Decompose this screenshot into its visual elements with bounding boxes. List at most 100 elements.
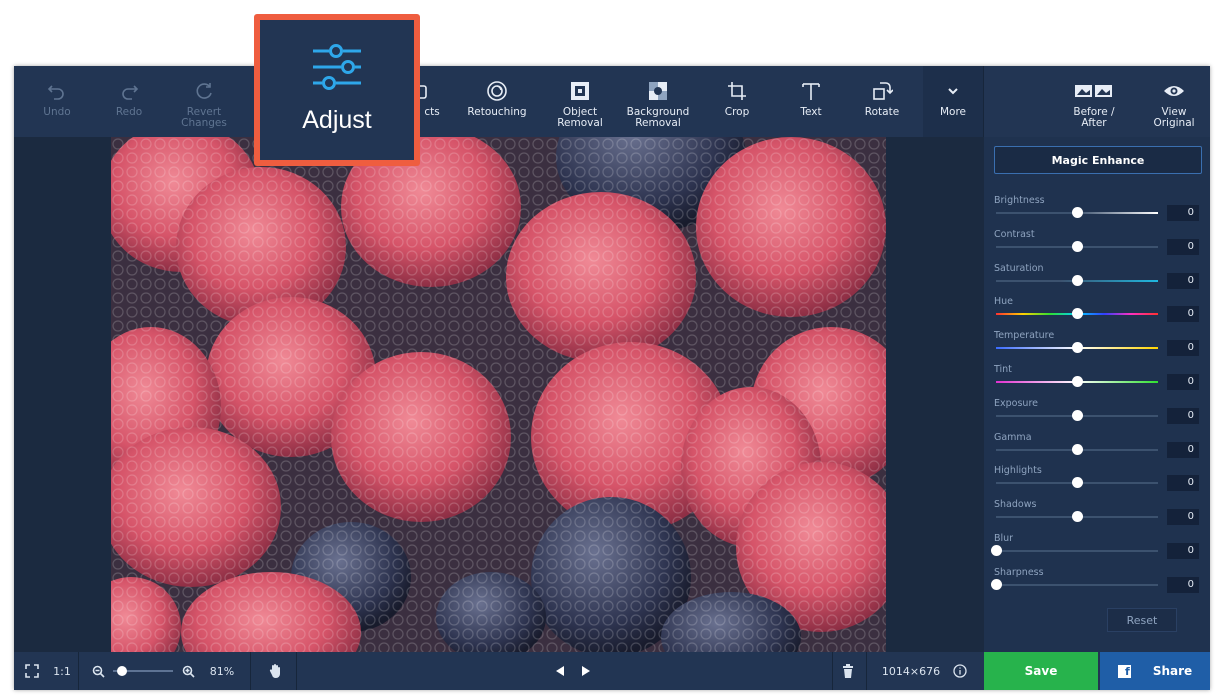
slider-contrast[interactable]: Contrast 0: [994, 229, 1202, 263]
effects-label: cts: [424, 106, 440, 118]
slider-value-field[interactable]: 0: [1167, 306, 1199, 323]
slider-gamma[interactable]: Gamma 0: [994, 432, 1202, 466]
zoom-knob[interactable]: [117, 666, 127, 676]
adjust-sliders-icon: [311, 44, 363, 94]
next-image-icon[interactable]: [576, 652, 596, 690]
crop-button[interactable]: Crop: [712, 66, 762, 137]
eye-icon: [1163, 79, 1185, 103]
undo-label: Undo: [43, 106, 71, 118]
chevron-down-icon: [946, 79, 960, 103]
slider-knob[interactable]: [1072, 511, 1083, 523]
text-button[interactable]: Text: [786, 66, 836, 137]
slider-brightness[interactable]: Brightness 0: [994, 195, 1202, 229]
slider-value-field[interactable]: 0: [1167, 576, 1199, 593]
zoom-out-icon[interactable]: [88, 652, 108, 690]
zoom-slider[interactable]: [112, 652, 174, 690]
hand-tool-icon[interactable]: [262, 652, 290, 690]
previous-image-icon[interactable]: [550, 652, 570, 690]
slider-label: Blur: [994, 533, 1014, 544]
fullscreen-icon[interactable]: [20, 652, 44, 690]
slider-knob[interactable]: [1072, 409, 1083, 421]
slider-track[interactable]: [996, 583, 1158, 586]
rotate-button[interactable]: Rotate: [854, 66, 910, 137]
slider-value-field[interactable]: 0: [1167, 205, 1199, 221]
bottom-divider: [866, 652, 867, 690]
slider-label: Gamma: [994, 431, 1032, 443]
slider-value-field[interactable]: 0: [1167, 272, 1199, 289]
undo-button[interactable]: Undo: [32, 66, 82, 137]
slider-value-field[interactable]: 0: [1167, 238, 1199, 255]
slider-label: Temperature: [994, 330, 1055, 342]
zoom-in-icon[interactable]: [178, 652, 198, 690]
bottom-divider: [78, 652, 79, 690]
revert-icon: [193, 79, 215, 103]
before-after-button[interactable]: Before / After: [1062, 66, 1126, 137]
slider-blur[interactable]: Blur 0: [991, 533, 1202, 567]
slider-knob[interactable]: [991, 545, 1002, 556]
slider-value-field[interactable]: 0: [1167, 475, 1199, 492]
share-button[interactable]: f Share: [1100, 652, 1210, 690]
object-removal-label: Object Removal: [557, 106, 603, 129]
slider-value-field[interactable]: 0: [1167, 340, 1199, 357]
bottom-divider: [296, 652, 297, 690]
revert-changes-button[interactable]: Revert Changes: [174, 66, 234, 137]
slider-hue[interactable]: Hue 0: [994, 296, 1202, 330]
before-after-label: Before / After: [1073, 106, 1115, 129]
photo-image[interactable]: [111, 137, 886, 652]
slider-knob[interactable]: [1072, 240, 1083, 252]
slider-knob[interactable]: [1072, 308, 1083, 320]
background-removal-icon: [647, 79, 669, 103]
slider-sharpness[interactable]: Sharpness 0: [991, 566, 1202, 601]
trash-icon[interactable]: [836, 652, 860, 690]
reset-button[interactable]: Reset: [1107, 608, 1177, 632]
more-button[interactable]: More: [928, 66, 978, 137]
crop-icon: [726, 79, 748, 103]
slider-track[interactable]: [996, 550, 1158, 552]
redo-icon: [118, 79, 140, 103]
slider-label: Saturation: [994, 262, 1044, 274]
slider-knob[interactable]: [1072, 443, 1083, 455]
redo-button[interactable]: Redo: [104, 66, 154, 137]
background-removal-button[interactable]: Background Removal: [620, 66, 696, 137]
slider-value-field[interactable]: 0: [1167, 441, 1199, 458]
adjust-tool-button[interactable]: Adjust: [260, 20, 414, 160]
slider-knob[interactable]: [1072, 477, 1083, 489]
before-after-icon: [1074, 79, 1114, 103]
slider-shadows[interactable]: Shadows 0: [994, 499, 1202, 533]
slider-label: Sharpness: [994, 566, 1044, 578]
slider-saturation[interactable]: Saturation 0: [994, 263, 1202, 297]
slider-label: Tint: [994, 364, 1012, 375]
adjust-callout[interactable]: Adjust: [254, 14, 420, 166]
slider-exposure[interactable]: Exposure 0: [994, 398, 1202, 432]
slider-knob[interactable]: [1072, 207, 1083, 218]
save-button[interactable]: Save: [984, 652, 1098, 690]
slider-temperature[interactable]: Temperature 0: [994, 330, 1202, 364]
photo-editor-window: Undo Redo Revert Changes cts Retouching: [14, 66, 1210, 690]
slider-knob[interactable]: [1072, 274, 1083, 286]
share-label: Share: [1152, 664, 1193, 678]
text-label: Text: [800, 106, 822, 118]
slider-knob[interactable]: [991, 578, 1002, 590]
view-original-button[interactable]: View Original: [1146, 66, 1202, 137]
slider-value-field[interactable]: 0: [1167, 543, 1199, 559]
object-removal-button[interactable]: Object Removal: [550, 66, 610, 137]
slider-highlights[interactable]: Highlights 0: [994, 465, 1202, 499]
canvas-area: [14, 137, 984, 652]
retouching-button[interactable]: Retouching: [462, 66, 532, 137]
facebook-icon: f: [1117, 664, 1131, 678]
actual-size-button[interactable]: 1:1: [48, 652, 76, 690]
image-size: 1014×676: [881, 664, 941, 678]
slider-value-field[interactable]: 0: [1167, 407, 1199, 424]
slider-knob[interactable]: [1072, 376, 1083, 387]
slider-value-field[interactable]: 0: [1167, 509, 1199, 526]
slider-value-field[interactable]: 0: [1167, 374, 1199, 390]
undo-icon: [46, 79, 68, 103]
top-toolbar: Undo Redo Revert Changes cts Retouching: [14, 66, 1210, 137]
slider-knob[interactable]: [1072, 342, 1083, 354]
toolbar-divider: [983, 66, 984, 137]
info-icon[interactable]: [950, 652, 970, 690]
crop-label: Crop: [724, 106, 750, 118]
slider-label: Hue: [994, 296, 1014, 308]
slider-tint[interactable]: Tint 0: [994, 364, 1202, 398]
magic-enhance-button[interactable]: Magic Enhance: [994, 146, 1202, 174]
